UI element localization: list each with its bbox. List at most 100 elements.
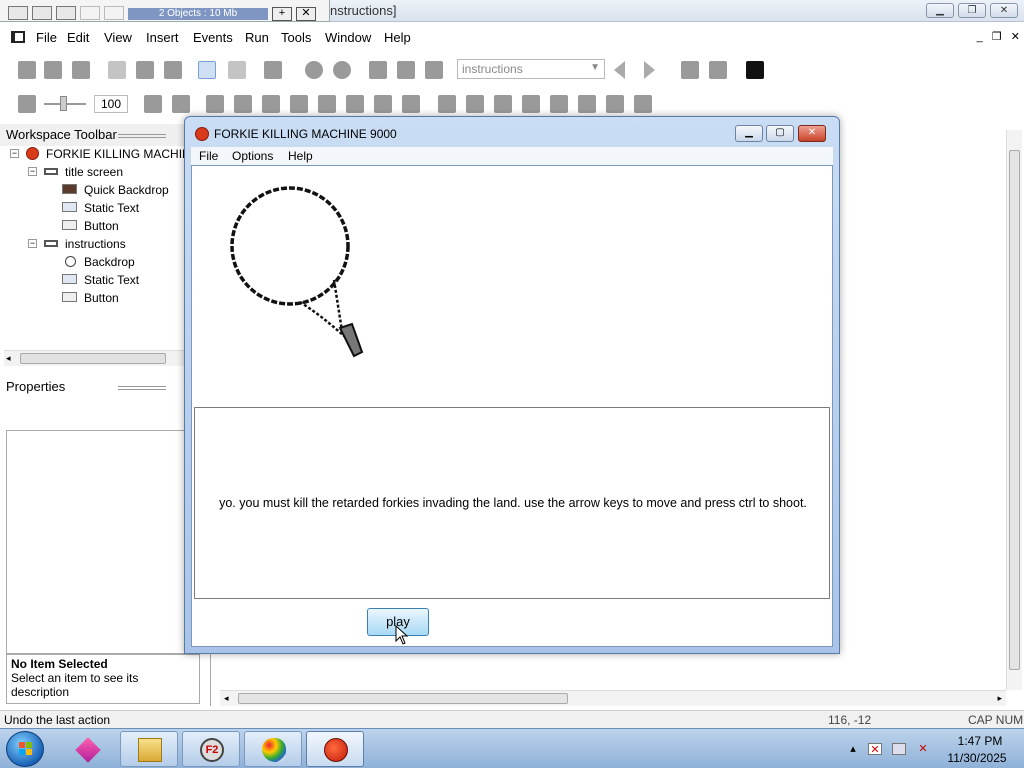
mdi-close-icon[interactable]: ✕ [1011, 31, 1020, 43]
taskbar-game-button[interactable] [306, 731, 364, 767]
next-layout-icon[interactable] [644, 61, 655, 79]
object-tool-icon[interactable] [206, 95, 224, 113]
mdi-restore-icon[interactable]: ❐ [992, 31, 1002, 43]
menu-insert[interactable]: Insert [146, 30, 179, 45]
tree-item-quick-backdrop[interactable]: Quick Backdrop [84, 183, 169, 197]
align-icon[interactable] [172, 95, 190, 113]
object-tool-icon[interactable] [234, 95, 252, 113]
taskbar-fusion-button[interactable]: F2 [182, 731, 240, 767]
scroll-left-icon[interactable]: ◂ [6, 353, 11, 364]
forward-icon[interactable] [333, 61, 351, 79]
mini-toolbar-button[interactable] [8, 6, 28, 20]
object-tool-icon[interactable] [402, 95, 420, 113]
zoom-input[interactable]: 100 [94, 95, 128, 113]
scrollbar-thumb[interactable] [20, 353, 166, 364]
object-tool-icon[interactable] [550, 95, 568, 113]
collapse-icon[interactable]: − [10, 149, 19, 158]
object-tool-icon[interactable] [578, 95, 596, 113]
prev-layout-icon[interactable] [614, 61, 625, 79]
show-hidden-icons-icon[interactable]: ▴ [846, 743, 860, 755]
object-tool-icon[interactable] [438, 95, 456, 113]
object-tool-icon[interactable] [606, 95, 624, 113]
tree-item-button[interactable]: Button [84, 291, 119, 305]
object-tool-icon[interactable] [374, 95, 392, 113]
zoom-slider-thumb[interactable] [60, 96, 67, 111]
close-icon[interactable]: ✕ [296, 7, 316, 21]
text-tool-icon[interactable] [522, 95, 540, 113]
scroll-right-icon[interactable]: ▸ [997, 693, 1002, 704]
network-icon[interactable] [892, 743, 906, 755]
game-maximize-button[interactable]: ▢ [766, 125, 794, 142]
toggle-panel-icon[interactable] [709, 61, 727, 79]
save-icon[interactable] [72, 61, 90, 79]
object-tool-icon[interactable] [634, 95, 652, 113]
object-tool-icon[interactable] [346, 95, 364, 113]
app-menu-icon[interactable] [11, 31, 25, 43]
menu-file[interactable]: File [36, 30, 57, 45]
clock-date[interactable]: 11/30/2025 [942, 751, 1012, 765]
scroll-left-icon[interactable]: ◂ [224, 693, 229, 704]
tree-item-static-text[interactable]: Static Text [84, 201, 139, 215]
tree-item-button[interactable]: Button [84, 219, 119, 233]
tree-root-application[interactable]: FORKIE KILLING MACHINE [46, 147, 199, 161]
object-tool-icon[interactable] [494, 95, 512, 113]
new-icon[interactable] [18, 61, 36, 79]
menu-run[interactable]: Run [245, 30, 269, 45]
comment-icon[interactable] [264, 61, 282, 79]
volume-muted-icon[interactable]: ✕ [916, 743, 930, 755]
clock-time[interactable]: 1:47 PM [950, 734, 1010, 748]
redo-icon[interactable] [228, 61, 246, 79]
collapse-icon[interactable]: − [28, 239, 37, 248]
menu-tools[interactable]: Tools [281, 30, 311, 45]
object-tool-icon[interactable] [262, 95, 280, 113]
game-menu-help[interactable]: Help [288, 149, 313, 163]
taskbar-paint-button[interactable] [244, 731, 302, 767]
toggle-panel-icon[interactable] [681, 61, 699, 79]
menu-events[interactable]: Events [193, 30, 233, 45]
back-icon[interactable] [305, 61, 323, 79]
zoom-icon[interactable] [18, 95, 36, 113]
restore-button[interactable]: ❐ [958, 3, 986, 18]
layout-selector[interactable]: instructions ▼ [457, 59, 605, 79]
scrollbar-thumb[interactable] [238, 693, 568, 704]
menu-window[interactable]: Window [325, 30, 371, 45]
game-minimize-button[interactable]: ▁ [735, 125, 763, 142]
game-menu-file[interactable]: File [199, 149, 218, 163]
tree-item-static-text[interactable]: Static Text [84, 273, 139, 287]
workspace-hscrollbar[interactable]: ◂ [4, 350, 184, 366]
game-menu-options[interactable]: Options [232, 149, 273, 163]
cut-icon[interactable] [108, 61, 126, 79]
close-button[interactable]: ✕ [990, 3, 1018, 18]
tree-frame-title-screen[interactable]: title screen [65, 165, 123, 179]
panel-grip[interactable] [118, 386, 166, 390]
taskbar-app-button[interactable] [58, 731, 116, 767]
panel-grip[interactable] [118, 134, 166, 138]
align-icon[interactable] [144, 95, 162, 113]
object-tool-icon[interactable] [318, 95, 336, 113]
mini-toolbar-button[interactable] [80, 6, 100, 20]
mini-toolbar-button[interactable] [56, 6, 76, 20]
text-tool-icon[interactable] [290, 95, 308, 113]
menu-help[interactable]: Help [384, 30, 411, 45]
paste-icon[interactable] [164, 61, 182, 79]
action-center-icon[interactable]: ✕ [868, 743, 882, 756]
copy-icon[interactable] [136, 61, 154, 79]
mini-toolbar-button[interactable] [104, 6, 124, 20]
tree-frame-instructions[interactable]: instructions [65, 237, 126, 251]
taskbar-explorer-button[interactable] [120, 731, 178, 767]
grid-icon[interactable] [425, 61, 443, 79]
undo-icon[interactable] [198, 61, 216, 79]
collapse-icon[interactable]: − [28, 167, 37, 176]
add-icon[interactable]: + [272, 7, 292, 21]
mdi-minimize-icon[interactable]: _ [977, 31, 983, 43]
properties-grid[interactable] [6, 430, 186, 654]
scrollbar-thumb[interactable] [1009, 150, 1020, 670]
menu-edit[interactable]: Edit [67, 30, 89, 45]
minimize-button[interactable]: ▁ [926, 3, 954, 18]
editor-vscrollbar[interactable] [1006, 130, 1022, 690]
game-close-button[interactable]: ✕ [798, 125, 826, 142]
editor-hscrollbar[interactable]: ◂ ▸ [220, 690, 1006, 706]
color-swatch-icon[interactable] [746, 61, 764, 79]
event-editor-icon[interactable] [397, 61, 415, 79]
object-tool-icon[interactable] [466, 95, 484, 113]
